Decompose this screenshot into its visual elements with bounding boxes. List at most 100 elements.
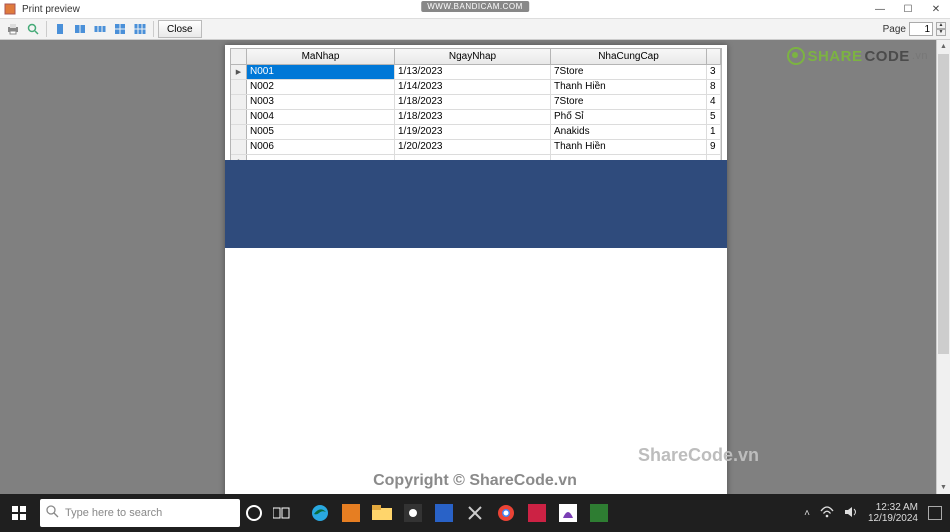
cell-extra[interactable]: 3	[707, 65, 721, 79]
col-header-manha[interactable]: MaNhap	[247, 49, 395, 64]
table-row[interactable]: N004 1/18/2023 Phố Sỉ 5	[231, 110, 721, 125]
cortana-icon[interactable]	[240, 499, 268, 527]
data-grid[interactable]: MaNhap NgayNhap NhaCungCap ▶ N001 1/13/2…	[230, 48, 722, 171]
cell-extra[interactable]: 9	[707, 140, 721, 154]
table-row[interactable]: N003 1/18/2023 7Store 4	[231, 95, 721, 110]
taskbar-search[interactable]: Type here to search	[40, 499, 240, 527]
print-icon[interactable]	[4, 20, 22, 38]
row-indicator-icon	[231, 80, 247, 94]
preview-workspace: MaNhap NgayNhap NhaCungCap ▶ N001 1/13/2…	[0, 40, 950, 494]
notifications-icon[interactable]	[928, 506, 942, 520]
app-red-icon[interactable]	[523, 499, 551, 527]
taskbar[interactable]: Type here to search ˄ 12:32 AM 12/19/202…	[0, 494, 950, 532]
app-purple-icon[interactable]	[554, 499, 582, 527]
app-green-icon[interactable]	[585, 499, 613, 527]
cell-extra[interactable]: 4	[707, 95, 721, 109]
col-header-nhacungcap[interactable]: NhaCungCap	[551, 49, 707, 64]
cell-nhacungcap[interactable]: Phố Sỉ	[551, 110, 707, 124]
bandicam-watermark: WWW.BANDICAM.COM	[421, 1, 529, 12]
row-indicator-icon	[231, 125, 247, 139]
sixpage-icon[interactable]	[131, 20, 149, 38]
scroll-down-icon[interactable]: ▼	[937, 481, 950, 494]
zoom-icon[interactable]	[24, 20, 42, 38]
app-blue-icon[interactable]	[430, 499, 458, 527]
scroll-up-icon[interactable]: ▲	[937, 40, 950, 53]
fourpage-icon[interactable]	[111, 20, 129, 38]
row-indicator-icon	[231, 140, 247, 154]
app-icon	[3, 2, 17, 16]
cell-extra[interactable]: 1	[707, 125, 721, 139]
logo-code: CODE	[864, 48, 909, 65]
row-header-corner	[231, 49, 247, 64]
cell-ngaynhap[interactable]: 1/19/2023	[395, 125, 551, 139]
cell-extra[interactable]: 8	[707, 80, 721, 94]
edge-icon[interactable]	[306, 499, 334, 527]
close-window-button[interactable]: ✕	[922, 0, 950, 18]
page-down-button[interactable]: ▼	[936, 29, 946, 36]
cell-manha[interactable]: N004	[247, 110, 395, 124]
preview-page: MaNhap NgayNhap NhaCungCap ▶ N001 1/13/2…	[225, 45, 727, 494]
twopage-icon[interactable]	[71, 20, 89, 38]
search-placeholder: Type here to search	[65, 507, 162, 519]
onepage-icon[interactable]	[51, 20, 69, 38]
separator	[153, 21, 154, 37]
cell-ngaynhap[interactable]: 1/18/2023	[395, 110, 551, 124]
cell-nhacungcap[interactable]: 7Store	[551, 65, 707, 79]
app-dark-icon[interactable]	[399, 499, 427, 527]
cell-manha[interactable]: N003	[247, 95, 395, 109]
watermark-center: ShareCode.vn	[638, 445, 759, 466]
app-orange-icon[interactable]	[337, 499, 365, 527]
row-indicator-icon	[231, 95, 247, 109]
cell-ngaynhap[interactable]: 1/18/2023	[395, 95, 551, 109]
app-tools-icon[interactable]	[461, 499, 489, 527]
cell-nhacungcap[interactable]: Thanh Hiền	[551, 140, 707, 154]
maximize-button[interactable]: ☐	[894, 0, 922, 18]
cell-nhacungcap[interactable]: Anakids	[551, 125, 707, 139]
logo-ring-icon	[787, 47, 805, 65]
page-label: Page	[883, 24, 906, 35]
scroll-thumb[interactable]	[938, 54, 949, 354]
table-row[interactable]: N006 1/20/2023 Thanh Hiền 9	[231, 140, 721, 155]
cell-manha[interactable]: N005	[247, 125, 395, 139]
minimize-button[interactable]: —	[866, 0, 894, 18]
cell-manha[interactable]: N001	[247, 65, 395, 79]
start-button[interactable]	[0, 494, 38, 532]
table-row[interactable]: N002 1/14/2023 Thanh Hiền 8	[231, 80, 721, 95]
logo-tld: .vn	[912, 50, 928, 62]
cell-ngaynhap[interactable]: 1/20/2023	[395, 140, 551, 154]
blue-panel	[225, 160, 727, 248]
search-icon	[46, 505, 59, 521]
tray-wifi-icon[interactable]	[820, 506, 834, 521]
page-number-input[interactable]	[909, 22, 933, 36]
table-row[interactable]: N005 1/19/2023 Anakids 1	[231, 125, 721, 140]
cell-manha[interactable]: N002	[247, 80, 395, 94]
logo-share: SHARE	[807, 48, 862, 65]
col-header-ngaynhap[interactable]: NgayNhap	[395, 49, 551, 64]
tray-time: 12:32 AM	[868, 502, 918, 513]
task-view-icon[interactable]	[268, 499, 296, 527]
row-indicator-icon	[231, 110, 247, 124]
explorer-icon[interactable]	[368, 499, 396, 527]
tray-clock[interactable]: 12:32 AM 12/19/2024	[868, 502, 918, 524]
cell-ngaynhap[interactable]: 1/13/2023	[395, 65, 551, 79]
window-title: Print preview	[20, 4, 80, 15]
cell-manha[interactable]: N006	[247, 140, 395, 154]
threepage-icon[interactable]	[91, 20, 109, 38]
tray-chevron-icon[interactable]: ˄	[804, 508, 810, 519]
cell-ngaynhap[interactable]: 1/14/2023	[395, 80, 551, 94]
sharecode-logo: SHARECODE.vn	[787, 47, 928, 65]
page-up-button[interactable]: ▲	[936, 22, 946, 29]
separator	[46, 21, 47, 37]
row-indicator-icon: ▶	[231, 65, 247, 79]
watermark-copyright: Copyright © ShareCode.vn	[373, 472, 577, 490]
tray-volume-icon[interactable]	[844, 506, 858, 521]
table-row[interactable]: ▶ N001 1/13/2023 7Store 3	[231, 65, 721, 80]
cell-extra[interactable]: 5	[707, 110, 721, 124]
tray-date: 12/19/2024	[868, 513, 918, 524]
cell-nhacungcap[interactable]: 7Store	[551, 95, 707, 109]
close-preview-button[interactable]: Close	[158, 20, 202, 38]
toolbar: Close Page ▲ ▼	[0, 18, 950, 40]
vertical-scrollbar[interactable]: ▲ ▼	[936, 40, 950, 494]
cell-nhacungcap[interactable]: Thanh Hiền	[551, 80, 707, 94]
chrome-icon[interactable]	[492, 499, 520, 527]
